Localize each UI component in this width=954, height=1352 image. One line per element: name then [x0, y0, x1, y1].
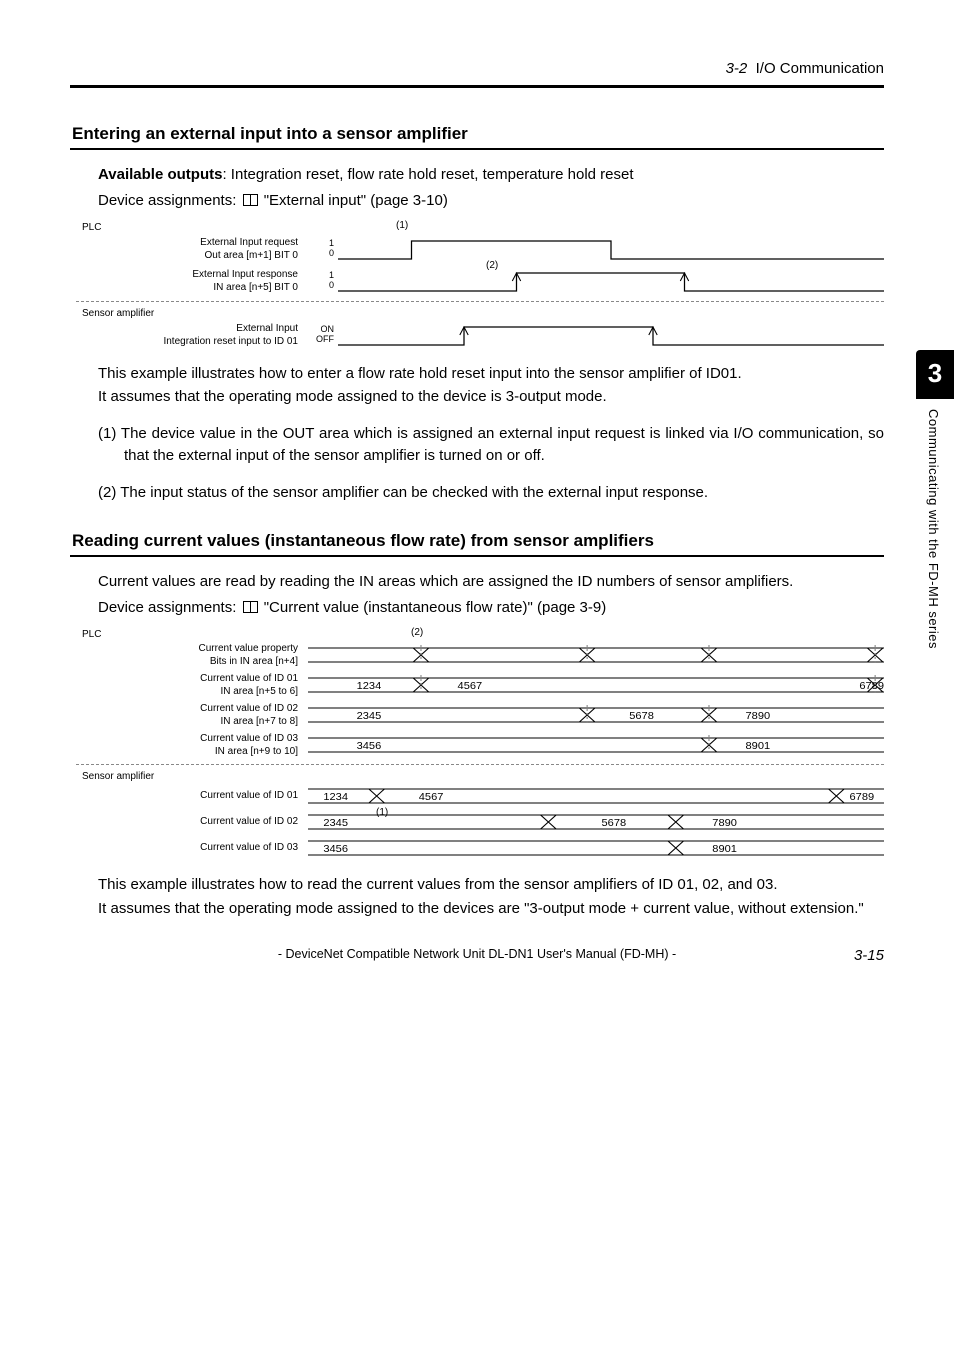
timing-diagram-1: PLC (1) External Input requestOut area […	[76, 222, 884, 349]
svg-text:3456: 3456	[357, 740, 382, 751]
s1-para1: This example illustrates how to enter a …	[98, 363, 884, 385]
s2-para2: This example illustrates how to read the…	[98, 874, 884, 896]
page-footer: - DeviceNet Compatible Network Unit DL-D…	[70, 947, 884, 961]
timing-diagram-2: PLC (2) Current value propertyBits in IN…	[76, 629, 884, 860]
available-outputs-rest: : Integration reset, flow rate hold rese…	[222, 166, 633, 183]
svg-text:2345: 2345	[357, 710, 382, 721]
diag1-sa-label: Sensor amplifier	[82, 308, 884, 319]
svg-text:4567: 4567	[419, 791, 444, 802]
rule-2	[70, 555, 884, 557]
d2r2a: Current value of ID 02	[76, 702, 298, 715]
diag1-row-1: External Input requestOut area [m+1] BIT…	[76, 235, 884, 263]
page-header: 3-2 I/O Communication	[70, 60, 884, 77]
diag2-sa-label: Sensor amplifier	[82, 771, 884, 782]
diag2-row-id03: Current value of ID 03IN area [n+9 to 10…	[76, 732, 884, 758]
diag1-r1a: External Input request	[76, 236, 298, 249]
diag1-r3b: Integration reset input to ID 01	[76, 335, 298, 348]
svg-text:3456: 3456	[323, 843, 348, 854]
diag1-row-3: External InputIntegration reset input to…	[76, 321, 884, 349]
diag1-divider	[76, 301, 884, 302]
diag2-plc-label: PLC	[82, 629, 884, 640]
svg-text:5678: 5678	[629, 710, 654, 721]
chapter-number: 3	[916, 350, 954, 399]
off-label: OFF	[308, 335, 334, 345]
diag2-id03-wave: 3456 8901	[308, 735, 884, 755]
dev-assign-pre-2: Device assignments:	[98, 599, 241, 616]
svg-text:8901: 8901	[712, 843, 737, 854]
diag2-sa-row1: Current value of ID 01 1234 4567 6789	[76, 784, 884, 808]
diag1-r2a: External Input response	[76, 268, 298, 281]
dev-assign-post: "External input" (page 3-10)	[260, 192, 448, 209]
book-ref-icon	[243, 194, 258, 206]
section-title-2: Reading current values (instantaneous fl…	[70, 531, 884, 551]
dev-assign-pre: Device assignments:	[98, 192, 241, 209]
svg-text:2345: 2345	[323, 817, 348, 828]
svg-text:6789: 6789	[859, 680, 884, 691]
diag2-divider	[76, 764, 884, 765]
d2r0b: Bits in IN area [n+4]	[76, 655, 298, 668]
diag2-row-id01: Current value of ID 01IN area [n+5 to 6]…	[76, 672, 884, 698]
footer-text: - DeviceNet Compatible Network Unit DL-D…	[278, 947, 676, 961]
device-assignments-2: Device assignments: "Current value (inst…	[98, 597, 884, 619]
d2r0a: Current value property	[76, 642, 298, 655]
available-outputs-lead: Available outputs	[98, 166, 222, 183]
diag1-marker-2: (2)	[486, 260, 498, 271]
diag1-r1b: Out area [m+1] BIT 0	[76, 249, 298, 262]
diag2-sa-wave1: 1234 4567 6789	[308, 787, 884, 805]
d2r2b: IN area [n+7 to 8]	[76, 715, 298, 728]
diag2-sa-wave3: 3456 8901	[308, 839, 884, 857]
lvl0b: 0	[308, 281, 334, 291]
d2s2: Current value of ID 02	[76, 815, 298, 828]
section-title-1: Entering an external input into a sensor…	[70, 124, 884, 144]
svg-text:5678: 5678	[602, 817, 627, 828]
s1-para2: It assumes that the operating mode assig…	[98, 386, 884, 408]
available-outputs: Available outputs: Integration reset, fl…	[98, 164, 884, 186]
d2r3b: IN area [n+9 to 10]	[76, 745, 298, 758]
d2r3a: Current value of ID 03	[76, 732, 298, 745]
diag2-row-id02: Current value of ID 02IN area [n+7 to 8]…	[76, 702, 884, 728]
diag1-r3a: External Input	[76, 322, 298, 335]
s1-item2: (2) The input status of the sensor ampli…	[98, 482, 884, 504]
svg-text:8901: 8901	[746, 740, 771, 751]
svg-text:6789: 6789	[850, 791, 875, 802]
diag1-marker-1: (1)	[396, 220, 408, 231]
diag2-sa-wave2: 2345 5678 7890	[308, 813, 884, 831]
diag2-marker-2: (2)	[411, 627, 423, 638]
diag1-wave-2	[338, 267, 884, 295]
chapter-label: Communicating with the FD-MH series	[916, 399, 951, 659]
dev-assign-post-2: "Current value (instantaneous flow rate)…	[260, 599, 607, 616]
header-rule	[70, 85, 884, 88]
diag2-sa-row3: Current value of ID 03 3456 8901	[76, 836, 884, 860]
diag2-prop-wave	[308, 645, 884, 665]
svg-text:4567: 4567	[458, 680, 483, 691]
rule	[70, 148, 884, 150]
diag1-plc-label: PLC	[82, 222, 884, 233]
footer-page-num: 3-15	[854, 947, 884, 964]
diag1-wave-1	[338, 235, 884, 263]
lvl0a: 0	[308, 249, 334, 259]
diag2-id01-wave: 1234 4567 6789	[308, 675, 884, 695]
header-sec-title: I/O Communication	[756, 60, 884, 77]
d2s3: Current value of ID 03	[76, 841, 298, 854]
chapter-side-tab: 3 Communicating with the FD-MH series	[916, 350, 954, 659]
s2-para1: Current values are read by reading the I…	[98, 571, 884, 593]
header-sec-num: 3-2	[726, 60, 748, 77]
d2s1: Current value of ID 01	[76, 789, 298, 802]
diag1-r2b: IN area [n+5] BIT 0	[76, 281, 298, 294]
d2r1a: Current value of ID 01	[76, 672, 298, 685]
diag2-id02-wave: 2345 5678 7890	[308, 705, 884, 725]
s1-item1: (1) The device value in the OUT area whi…	[98, 423, 884, 467]
book-ref-icon-2	[243, 601, 258, 613]
d2r1b: IN area [n+5 to 6]	[76, 685, 298, 698]
svg-text:1234: 1234	[323, 791, 348, 802]
svg-text:7890: 7890	[712, 817, 737, 828]
diag1-row-2: External Input responseIN area [n+5] BIT…	[76, 267, 884, 295]
s2-para3: It assumes that the operating mode assig…	[98, 898, 884, 920]
device-assignments-1: Device assignments: "External input" (pa…	[98, 190, 884, 212]
svg-text:1234: 1234	[357, 680, 382, 691]
svg-text:7890: 7890	[746, 710, 771, 721]
diag1-wave-3	[338, 321, 884, 349]
diag2-sa-row2: Current value of ID 02 2345 5678 7890	[76, 810, 884, 834]
diag2-row-prop: Current value propertyBits in IN area [n…	[76, 642, 884, 668]
